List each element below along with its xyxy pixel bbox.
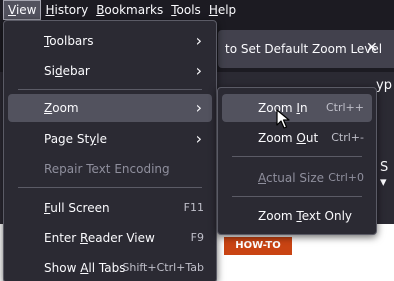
menu-history[interactable]: History bbox=[41, 0, 92, 20]
how-to-badge: HOW-TO bbox=[224, 237, 292, 255]
separator bbox=[18, 187, 202, 188]
menu-view[interactable]: View bbox=[3, 0, 42, 20]
menuitem-toolbars[interactable]: Toolbars › bbox=[8, 27, 212, 55]
menuitem-zoom-out[interactable]: Zoom Out Ctrl+- bbox=[222, 124, 372, 152]
menuitem-zoom-text-only[interactable]: Zoom Text Only bbox=[222, 202, 372, 230]
separator bbox=[18, 89, 202, 90]
menuitem-show-all-tabs[interactable]: Show All Tabs Shift+Ctrl+Tab bbox=[8, 254, 212, 281]
shortcut-label: Ctrl+- bbox=[331, 131, 364, 144]
firefox-window: to Set Default Zoom Level ✕ yp S ▾ HOW-T… bbox=[0, 0, 394, 281]
menu-help[interactable]: Help bbox=[205, 0, 240, 20]
menu-bookmarks[interactable]: Bookmarks bbox=[92, 0, 167, 20]
url-text-fragment[interactable]: yp bbox=[376, 78, 392, 93]
chevron-right-icon: › bbox=[195, 61, 202, 80]
menubar: View History Bookmarks Tools Help bbox=[0, 0, 394, 20]
shortcut-label: Ctrl++ bbox=[325, 101, 364, 114]
chevron-right-icon: › bbox=[195, 31, 202, 50]
close-icon[interactable]: ✕ bbox=[366, 40, 378, 56]
shortcut-label: F11 bbox=[183, 201, 204, 214]
menuitem-zoom[interactable]: Zoom › bbox=[8, 94, 212, 122]
shortcut-label: F9 bbox=[190, 231, 204, 244]
menuitem-zoom-in[interactable]: Zoom In Ctrl++ bbox=[222, 94, 372, 122]
tab-title: to Set Default Zoom Level bbox=[225, 42, 383, 56]
menuitem-page-style[interactable]: Page Style › bbox=[8, 125, 212, 153]
mouse-pointer-icon bbox=[276, 109, 290, 129]
page-menu-fragment[interactable]: S ▾ bbox=[380, 160, 394, 190]
menuitem-full-screen[interactable]: Full Screen F11 bbox=[8, 194, 212, 222]
separator bbox=[232, 196, 362, 197]
menuitem-sidebar[interactable]: Sidebar › bbox=[8, 57, 212, 85]
separator bbox=[232, 156, 362, 157]
menuitem-actual-size: Actual Size Ctrl+0 bbox=[222, 164, 372, 192]
chevron-right-icon: › bbox=[195, 129, 202, 148]
chevron-right-icon: › bbox=[195, 98, 202, 117]
shortcut-label: Ctrl+0 bbox=[328, 171, 364, 184]
zoom-submenu: Zoom In Ctrl++ Zoom Out Ctrl+- Actual Si… bbox=[217, 87, 377, 235]
menuitem-repair-text-encoding: Repair Text Encoding bbox=[44, 162, 170, 176]
menuitem-enter-reader-view[interactable]: Enter Reader View F9 bbox=[8, 224, 212, 252]
menu-tools[interactable]: Tools bbox=[167, 0, 205, 20]
shortcut-label: Shift+Ctrl+Tab bbox=[122, 261, 204, 274]
view-menu: Toolbars › Sidebar › Zoom › Page Style ›… bbox=[3, 20, 217, 281]
